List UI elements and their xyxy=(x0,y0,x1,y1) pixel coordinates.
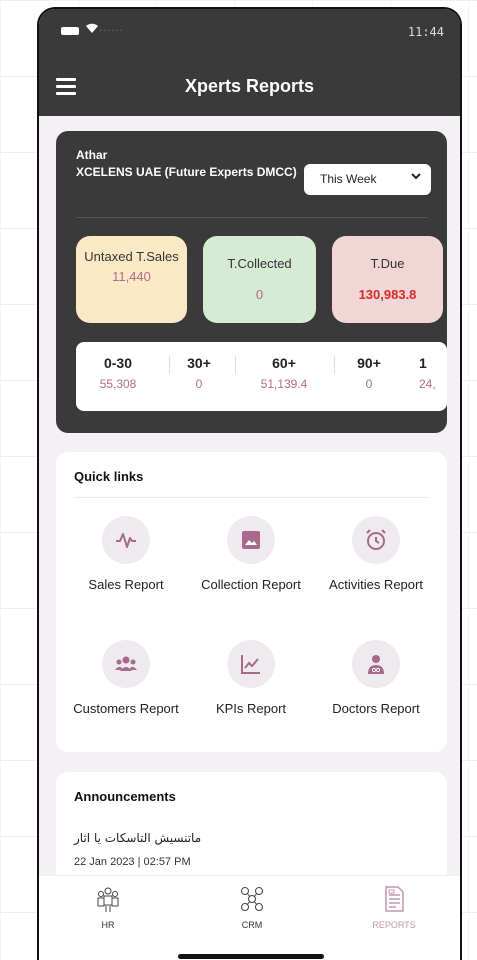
period-select[interactable]: This Week xyxy=(304,164,431,195)
hr-people-icon xyxy=(93,887,123,918)
status-bar: ...... 11:44 xyxy=(39,9,460,59)
aging-bucket-label: 30+ xyxy=(187,355,211,371)
aging-bucket-value: 51,139.4 xyxy=(260,377,308,391)
home-indicator xyxy=(178,954,324,959)
pulse-icon xyxy=(102,516,150,564)
quick-link-label: Collection Report xyxy=(201,577,301,592)
battery-icon xyxy=(61,27,79,35)
tab-crm[interactable]: CRM xyxy=(207,884,297,930)
line-chart-icon xyxy=(227,640,275,688)
aging-bucket-label: 60+ xyxy=(272,355,296,371)
report-document-icon xyxy=(379,886,409,918)
aging-separator xyxy=(235,356,236,374)
quick-link-label: Sales Report xyxy=(88,577,164,592)
alarm-clock-icon xyxy=(352,516,400,564)
quick-link-collection-report[interactable]: Collection Report xyxy=(191,516,311,595)
aging-separator xyxy=(169,356,170,374)
bottom-tab-bar: HR CRM REPORTS xyxy=(39,875,460,960)
tab-reports[interactable]: REPORTS xyxy=(349,884,439,930)
quick-link-doctors-report[interactable]: Doctors Report xyxy=(316,640,436,719)
untaxed-sales-label: Untaxed T.Sales xyxy=(84,249,179,264)
due-value: 130,983.8 xyxy=(358,287,417,302)
quick-links-title: Quick links xyxy=(74,469,144,484)
summary-divider xyxy=(76,217,427,218)
signal-dots-icon: ...... xyxy=(99,23,125,34)
gallery-icon xyxy=(227,516,275,564)
aging-bucket-label: 90+ xyxy=(357,355,381,371)
aging-bucket-label: 0-30 xyxy=(103,355,133,371)
untaxed-sales-value: 11,440 xyxy=(112,269,151,284)
quick-links-divider xyxy=(74,497,429,498)
tab-label: HR xyxy=(101,920,115,930)
untaxed-sales-tile[interactable]: Untaxed T.Sales 11,440 xyxy=(76,236,187,323)
aging-bucket: 60+ 51,139.4 xyxy=(244,355,324,391)
doctor-icon xyxy=(352,640,400,688)
user-name: Athar xyxy=(76,148,108,162)
due-tile[interactable]: T.Due 130,983.8 xyxy=(332,236,443,323)
tab-label: REPORTS xyxy=(372,920,416,930)
quick-link-activities-report[interactable]: Activities Report xyxy=(316,516,436,595)
collected-tile[interactable]: T.Collected 0 xyxy=(203,236,316,323)
aging-bucket: 0-30 55,308 xyxy=(88,355,148,391)
tab-hr[interactable]: HR xyxy=(63,884,153,930)
quick-links-card: Quick links Sales Report Collection Repo… xyxy=(56,452,447,752)
quick-link-label: Doctors Report xyxy=(332,701,420,716)
aging-bucket-value: 0 xyxy=(195,377,203,391)
aging-bucket: 1 24, xyxy=(419,355,447,391)
top-bar: ...... 11:44 Xperts Reports xyxy=(39,9,460,116)
announcements-title: Announcements xyxy=(74,789,176,804)
collected-label: T.Collected xyxy=(227,256,292,271)
phone-frame: ...... 11:44 Xperts Reports Athar XCELEN… xyxy=(37,7,462,960)
quick-link-label: Customers Report xyxy=(73,701,179,716)
collected-value: 0 xyxy=(255,287,264,302)
status-time: 11:44 xyxy=(407,25,444,39)
group-icon xyxy=(102,640,150,688)
quick-link-label: KPIs Report xyxy=(215,701,287,716)
quick-link-sales-report[interactable]: Sales Report xyxy=(66,516,186,595)
due-label: T.Due xyxy=(370,256,405,271)
aging-bucket-value: 24, xyxy=(419,377,436,391)
wifi-icon xyxy=(85,22,99,38)
company-name: XCELENS UAE (Future Experts DMCC) xyxy=(76,165,297,179)
aging-bucket-value: 0 xyxy=(365,377,373,391)
tab-label: CRM xyxy=(241,920,263,930)
announcements-card: Announcements ماتنسيش التاسكات يا اثار 2… xyxy=(56,772,447,892)
quick-link-label: Activities Report xyxy=(329,577,423,592)
aging-separator xyxy=(334,356,335,374)
quick-link-kpis-report[interactable]: KPIs Report xyxy=(191,640,311,719)
page-title: Xperts Reports xyxy=(184,76,315,96)
chevron-down-icon xyxy=(411,171,421,184)
network-icon xyxy=(237,887,267,918)
aging-bucket-label: 1 xyxy=(419,355,427,371)
announcement-text[interactable]: ماتنسيش التاسكات يا اثار xyxy=(74,831,201,845)
period-select-value: This Week xyxy=(320,172,377,186)
announcement-date: 22 Jan 2023 | 02:57 PM xyxy=(74,856,191,868)
quick-link-customers-report[interactable]: Customers Report xyxy=(66,640,186,719)
account-info: Athar XCELENS UAE (Future Experts DMCC) xyxy=(76,147,306,181)
aging-strip[interactable]: 0-30 55,308 30+ 0 60+ 51,139.4 90+ 0 1 2… xyxy=(76,342,447,411)
aging-bucket: 90+ 0 xyxy=(344,355,394,391)
aging-bucket: 30+ 0 xyxy=(174,355,224,391)
sales-summary-card: Athar XCELENS UAE (Future Experts DMCC) … xyxy=(56,131,447,433)
aging-bucket-value: 55,308 xyxy=(99,377,137,391)
nav-bar: Xperts Reports xyxy=(39,59,460,116)
